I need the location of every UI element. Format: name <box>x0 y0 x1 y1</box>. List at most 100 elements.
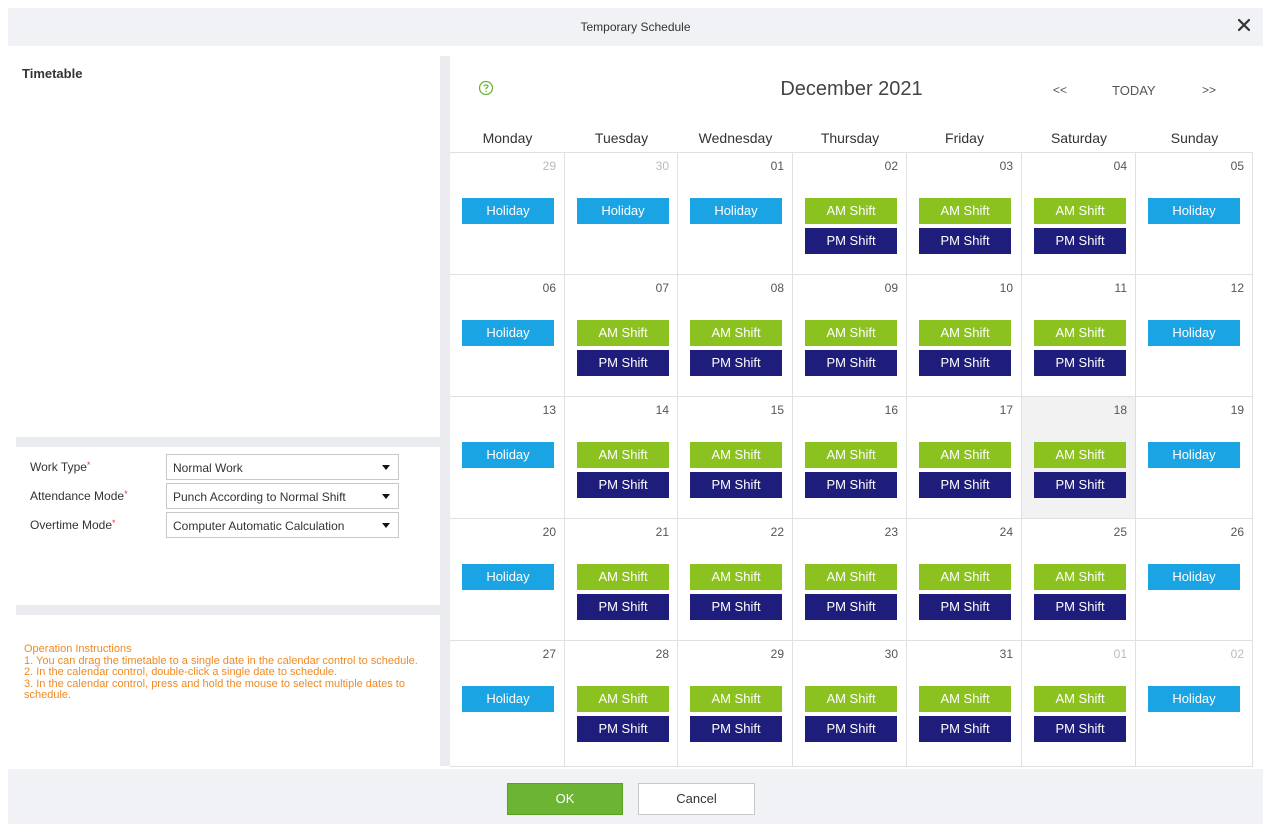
am-shift-tag[interactable]: AM Shift <box>1034 442 1126 468</box>
calendar-day-cell[interactable]: 28 AM Shift PM Shift <box>565 641 678 767</box>
pm-shift-tag[interactable]: PM Shift <box>577 716 669 742</box>
calendar-day-cell[interactable]: 03 AM Shift PM Shift <box>907 153 1022 275</box>
pm-shift-tag[interactable]: PM Shift <box>1034 350 1126 376</box>
holiday-tag[interactable]: Holiday <box>462 686 554 712</box>
pm-shift-tag[interactable]: PM Shift <box>805 716 897 742</box>
am-shift-tag[interactable]: AM Shift <box>919 320 1011 346</box>
pm-shift-tag[interactable]: PM Shift <box>577 472 669 498</box>
calendar-day-cell[interactable]: 19 Holiday <box>1136 397 1253 519</box>
close-icon[interactable] <box>1235 16 1253 34</box>
calendar-day-cell[interactable]: 13 Holiday <box>450 397 565 519</box>
calendar-day-cell[interactable]: 22 AM Shift PM Shift <box>678 519 793 641</box>
cancel-button[interactable]: Cancel <box>638 783 755 815</box>
am-shift-tag[interactable]: AM Shift <box>805 442 897 468</box>
next-month-button[interactable]: >> <box>1202 83 1216 97</box>
pm-shift-tag[interactable]: PM Shift <box>577 594 669 620</box>
pm-shift-tag[interactable]: PM Shift <box>1034 594 1126 620</box>
calendar-day-cell[interactable]: 02 AM Shift PM Shift <box>793 153 907 275</box>
am-shift-tag[interactable]: AM Shift <box>1034 564 1126 590</box>
work-type-select[interactable]: Normal Work <box>166 454 399 480</box>
holiday-tag[interactable]: Holiday <box>1148 198 1240 224</box>
ok-button[interactable]: OK <box>507 783 623 815</box>
am-shift-tag[interactable]: AM Shift <box>919 442 1011 468</box>
calendar-day-cell[interactable]: 30 AM Shift PM Shift <box>793 641 907 767</box>
am-shift-tag[interactable]: AM Shift <box>577 442 669 468</box>
am-shift-tag[interactable]: AM Shift <box>577 564 669 590</box>
am-shift-tag[interactable]: AM Shift <box>1034 686 1126 712</box>
calendar-day-cell[interactable]: 02 Holiday <box>1136 641 1253 767</box>
pm-shift-tag[interactable]: PM Shift <box>805 472 897 498</box>
calendar-day-cell[interactable]: 27 Holiday <box>450 641 565 767</box>
am-shift-tag[interactable]: AM Shift <box>690 442 782 468</box>
calendar-day-cell[interactable]: 16 AM Shift PM Shift <box>793 397 907 519</box>
calendar-day-cell[interactable]: 09 AM Shift PM Shift <box>793 275 907 397</box>
holiday-tag[interactable]: Holiday <box>462 198 554 224</box>
holiday-tag[interactable]: Holiday <box>1148 564 1240 590</box>
pm-shift-tag[interactable]: PM Shift <box>1034 472 1126 498</box>
am-shift-tag[interactable]: AM Shift <box>805 686 897 712</box>
pm-shift-tag[interactable]: PM Shift <box>805 228 897 254</box>
calendar-day-cell[interactable]: 20 Holiday <box>450 519 565 641</box>
calendar-day-cell[interactable]: 21 AM Shift PM Shift <box>565 519 678 641</box>
calendar-day-cell[interactable]: 23 AM Shift PM Shift <box>793 519 907 641</box>
attendance-mode-select[interactable]: Punch According to Normal Shift <box>166 483 399 509</box>
am-shift-tag[interactable]: AM Shift <box>1034 320 1126 346</box>
holiday-tag[interactable]: Holiday <box>690 198 782 224</box>
holiday-tag[interactable]: Holiday <box>1148 320 1240 346</box>
calendar-day-cell[interactable]: 30 Holiday <box>565 153 678 275</box>
calendar-day-cell[interactable]: 07 AM Shift PM Shift <box>565 275 678 397</box>
calendar-day-cell[interactable]: 24 AM Shift PM Shift <box>907 519 1022 641</box>
calendar-day-cell[interactable]: 01 AM Shift PM Shift <box>1022 641 1136 767</box>
calendar-day-cell[interactable]: 26 Holiday <box>1136 519 1253 641</box>
prev-month-button[interactable]: << <box>1053 83 1067 97</box>
pm-shift-tag[interactable]: PM Shift <box>919 228 1011 254</box>
pm-shift-tag[interactable]: PM Shift <box>919 472 1011 498</box>
am-shift-tag[interactable]: AM Shift <box>1034 198 1126 224</box>
today-button[interactable]: TODAY <box>1112 83 1156 98</box>
holiday-tag[interactable]: Holiday <box>1148 686 1240 712</box>
calendar-day-cell[interactable]: 25 AM Shift PM Shift <box>1022 519 1136 641</box>
pm-shift-tag[interactable]: PM Shift <box>690 472 782 498</box>
am-shift-tag[interactable]: AM Shift <box>805 564 897 590</box>
calendar-day-cell[interactable]: 17 AM Shift PM Shift <box>907 397 1022 519</box>
am-shift-tag[interactable]: AM Shift <box>919 564 1011 590</box>
calendar-day-cell[interactable]: 10 AM Shift PM Shift <box>907 275 1022 397</box>
calendar-day-cell[interactable]: 04 AM Shift PM Shift <box>1022 153 1136 275</box>
calendar-day-cell[interactable]: 06 Holiday <box>450 275 565 397</box>
calendar-day-cell[interactable]: 15 AM Shift PM Shift <box>678 397 793 519</box>
pm-shift-tag[interactable]: PM Shift <box>805 350 897 376</box>
calendar-day-cell[interactable]: 08 AM Shift PM Shift <box>678 275 793 397</box>
holiday-tag[interactable]: Holiday <box>1148 442 1240 468</box>
calendar-day-cell[interactable]: 14 AM Shift PM Shift <box>565 397 678 519</box>
holiday-tag[interactable]: Holiday <box>577 198 669 224</box>
pm-shift-tag[interactable]: PM Shift <box>1034 228 1126 254</box>
pm-shift-tag[interactable]: PM Shift <box>690 716 782 742</box>
pm-shift-tag[interactable]: PM Shift <box>919 594 1011 620</box>
calendar-day-cell[interactable]: 05 Holiday <box>1136 153 1253 275</box>
pm-shift-tag[interactable]: PM Shift <box>805 594 897 620</box>
am-shift-tag[interactable]: AM Shift <box>690 686 782 712</box>
am-shift-tag[interactable]: AM Shift <box>919 686 1011 712</box>
calendar-day-cell[interactable]: 31 AM Shift PM Shift <box>907 641 1022 767</box>
overtime-mode-select[interactable]: Computer Automatic Calculation <box>166 512 399 538</box>
pm-shift-tag[interactable]: PM Shift <box>1034 716 1126 742</box>
pm-shift-tag[interactable]: PM Shift <box>919 350 1011 376</box>
am-shift-tag[interactable]: AM Shift <box>919 198 1011 224</box>
am-shift-tag[interactable]: AM Shift <box>577 320 669 346</box>
am-shift-tag[interactable]: AM Shift <box>805 320 897 346</box>
am-shift-tag[interactable]: AM Shift <box>690 564 782 590</box>
holiday-tag[interactable]: Holiday <box>462 564 554 590</box>
holiday-tag[interactable]: Holiday <box>462 320 554 346</box>
am-shift-tag[interactable]: AM Shift <box>577 686 669 712</box>
calendar-day-cell[interactable]: 18 AM Shift PM Shift <box>1022 397 1136 519</box>
pm-shift-tag[interactable]: PM Shift <box>690 350 782 376</box>
calendar-day-cell[interactable]: 11 AM Shift PM Shift <box>1022 275 1136 397</box>
calendar-day-cell[interactable]: 12 Holiday <box>1136 275 1253 397</box>
pm-shift-tag[interactable]: PM Shift <box>919 716 1011 742</box>
am-shift-tag[interactable]: AM Shift <box>805 198 897 224</box>
holiday-tag[interactable]: Holiday <box>462 442 554 468</box>
pm-shift-tag[interactable]: PM Shift <box>577 350 669 376</box>
pm-shift-tag[interactable]: PM Shift <box>690 594 782 620</box>
calendar-day-cell[interactable]: 29 AM Shift PM Shift <box>678 641 793 767</box>
am-shift-tag[interactable]: AM Shift <box>690 320 782 346</box>
